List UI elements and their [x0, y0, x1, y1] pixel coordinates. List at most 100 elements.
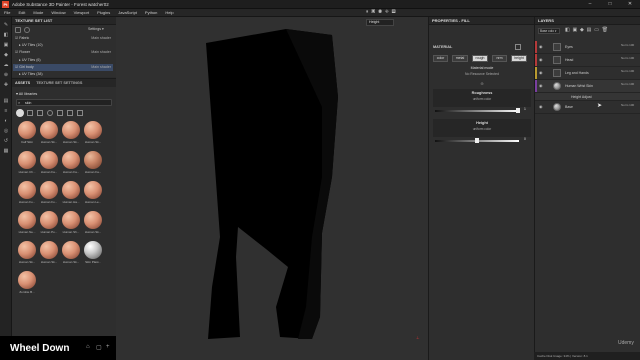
import-icon[interactable]: ▢ — [96, 344, 102, 351]
texture-set-row[interactable]: ☑ Girl body Main shader — [13, 63, 113, 71]
expand-icon[interactable]: ▸ — [13, 58, 22, 62]
add-asset-icon[interactable]: + — [106, 344, 110, 350]
channel-toggle-height[interactable]: height — [511, 55, 527, 62]
menu-plugins[interactable]: Plugins — [93, 9, 114, 17]
clone-icon[interactable]: ⊕ — [2, 71, 10, 79]
texture-set-row[interactable]: ☑ Flower Main shader — [13, 49, 113, 56]
delete-layer-icon[interactable]: 🗑 — [602, 27, 608, 33]
paint-brush-icon[interactable]: ✎ — [2, 21, 10, 29]
display-settings-icon[interactable]: ◐ — [2, 117, 10, 125]
menu-mode[interactable]: Mode — [29, 9, 47, 17]
layer-name[interactable]: Head — [565, 58, 573, 62]
frame-icon[interactable]: ▣ — [371, 9, 375, 15]
visibility-eye-icon[interactable]: ◉ — [539, 70, 544, 75]
channel-toggle-rough[interactable]: rough — [472, 55, 488, 62]
camera-icon[interactable]: ◎ — [2, 127, 10, 135]
pause-icon[interactable]: ⏸ — [366, 9, 369, 15]
maximize-button[interactable]: □ — [600, 0, 620, 9]
asset-thumbnail[interactable] — [62, 121, 80, 139]
close-button[interactable]: ✕ — [620, 0, 640, 9]
filter-mask-icon[interactable] — [57, 110, 63, 116]
layer-name[interactable]: Human Wrist Skin — [565, 84, 593, 88]
add-fill-icon[interactable]: ◆ — [580, 27, 584, 33]
sphere-view-icon[interactable] — [24, 27, 30, 33]
menu-window[interactable]: Window — [47, 9, 69, 17]
texture-set-shader[interactable]: Main shader — [91, 64, 111, 71]
new-folder-icon[interactable]: ⌂ — [86, 344, 90, 350]
asset-thumbnail[interactable] — [18, 211, 36, 229]
3d-viewport[interactable]: Height ⏸ ▣ ◉ ◈ ▤ ⊥ — [116, 9, 428, 360]
asset-thumbnail[interactable] — [40, 121, 58, 139]
expand-icon[interactable]: ▸ — [13, 43, 22, 47]
filter-material-icon[interactable] — [16, 109, 24, 117]
channel-toggle-color[interactable]: color — [433, 55, 448, 62]
texture-set-row[interactable]: ☑ Fabric Main shader — [13, 35, 113, 42]
render-icon[interactable]: ◈ — [385, 9, 389, 15]
menu-javascript[interactable]: JavaScript — [114, 9, 141, 17]
history-icon[interactable]: ↺ — [2, 137, 10, 145]
texture-set-row[interactable]: ▸ UV Tiles (6) — [13, 57, 113, 64]
layer-row[interactable]: ◉ Eyes Norm 100 — [535, 41, 640, 54]
add-layer-icon[interactable]: ▤ — [587, 27, 592, 33]
asset-thumbnail[interactable] — [18, 241, 36, 259]
texture-set-row[interactable]: ▸ UV Tiles (10) — [13, 42, 113, 49]
menu-file[interactable]: File — [0, 9, 14, 17]
layers-icon[interactable]: ≡ — [2, 107, 10, 115]
menu-viewport[interactable]: Viewport — [70, 9, 94, 17]
asset-thumbnail[interactable] — [84, 241, 102, 259]
roughness-slider[interactable] — [435, 110, 519, 112]
picker-icon[interactable]: ✚ — [2, 81, 10, 89]
layer-row[interactable]: ◉ Base Norm 100 — [535, 101, 640, 114]
asset-thumbnail[interactable] — [84, 151, 102, 169]
asset-thumbnail[interactable] — [40, 181, 58, 199]
height-slider-handle[interactable] — [475, 138, 479, 143]
expand-icon[interactable]: ▸ — [13, 72, 22, 76]
layer-name[interactable]: Leg and Hands — [565, 71, 589, 75]
layer-blend-opacity[interactable]: Norm 100 — [621, 56, 635, 60]
layer-blend-opacity[interactable]: Norm 100 — [621, 103, 635, 107]
asset-thumbnail[interactable] — [84, 211, 102, 229]
asset-thumbnail[interactable] — [62, 211, 80, 229]
layer-row[interactable]: ◉ Head Norm 100 — [535, 54, 640, 67]
menu-python[interactable]: Python — [141, 9, 161, 17]
add-mask-icon[interactable]: ▣ — [573, 27, 578, 33]
layer-name[interactable]: Base — [565, 105, 573, 109]
visibility-eye-icon[interactable]: ◉ — [539, 57, 544, 62]
roughness-slider-handle[interactable] — [516, 108, 520, 113]
asset-thumbnail[interactable] — [40, 211, 58, 229]
menu-edit[interactable]: Edit — [14, 9, 29, 17]
layer-blend-opacity[interactable]: Norm 100 — [621, 43, 635, 47]
layer-row[interactable]: ◉ Human Wrist Skin Norm 100 — [535, 80, 640, 93]
settings-dropdown[interactable]: Settings ▾ — [88, 27, 104, 31]
camera-view-icon[interactable]: ◉ — [378, 9, 382, 15]
effect-row[interactable]: Height Adjust — [535, 93, 640, 101]
filter-brush-icon[interactable] — [47, 110, 53, 116]
asset-thumbnail[interactable] — [40, 241, 58, 259]
asset-thumbnail[interactable] — [18, 121, 36, 139]
visibility-eye-icon[interactable]: ◉ — [539, 44, 544, 49]
smudge-icon[interactable]: ☁ — [2, 61, 10, 69]
add-effect-icon[interactable]: ◧ — [565, 27, 570, 33]
channel-toggle-metal[interactable]: metal — [452, 55, 468, 62]
asset-thumbnail[interactable] — [84, 121, 102, 139]
log-icon[interactable]: ▦ — [2, 147, 10, 155]
add-folder-icon[interactable]: ▭ — [594, 27, 599, 33]
asset-thumbnail[interactable] — [62, 181, 80, 199]
asset-thumbnail[interactable] — [40, 151, 58, 169]
layer-channel-dropdown[interactable]: Base colo ▾ — [538, 28, 560, 34]
texture-set-shader[interactable]: Main shader — [91, 49, 111, 56]
asset-thumbnail[interactable] — [84, 181, 102, 199]
channel-toggle-nrm[interactable]: nrm — [492, 55, 507, 62]
projection-icon[interactable]: ▣ — [2, 41, 10, 49]
asset-thumbnail[interactable] — [18, 181, 36, 199]
tab-texture-set-settings[interactable]: TEXTURE SET SETTINGS — [33, 79, 85, 87]
visibility-eye-icon[interactable]: ◉ — [539, 83, 544, 88]
menu-help[interactable]: Help — [161, 9, 177, 17]
filter-smart-material-icon[interactable] — [27, 110, 33, 116]
texture-set-row[interactable]: ▸ UV Tiles (38) — [13, 71, 113, 78]
asset-search-input[interactable]: ⌕ skin — [16, 99, 112, 106]
filter-filter-icon[interactable] — [77, 110, 83, 116]
polygon-fill-icon[interactable]: ◆ — [2, 51, 10, 59]
roughness-value[interactable]: 1 — [524, 107, 526, 111]
material-options-icon[interactable] — [515, 44, 521, 50]
